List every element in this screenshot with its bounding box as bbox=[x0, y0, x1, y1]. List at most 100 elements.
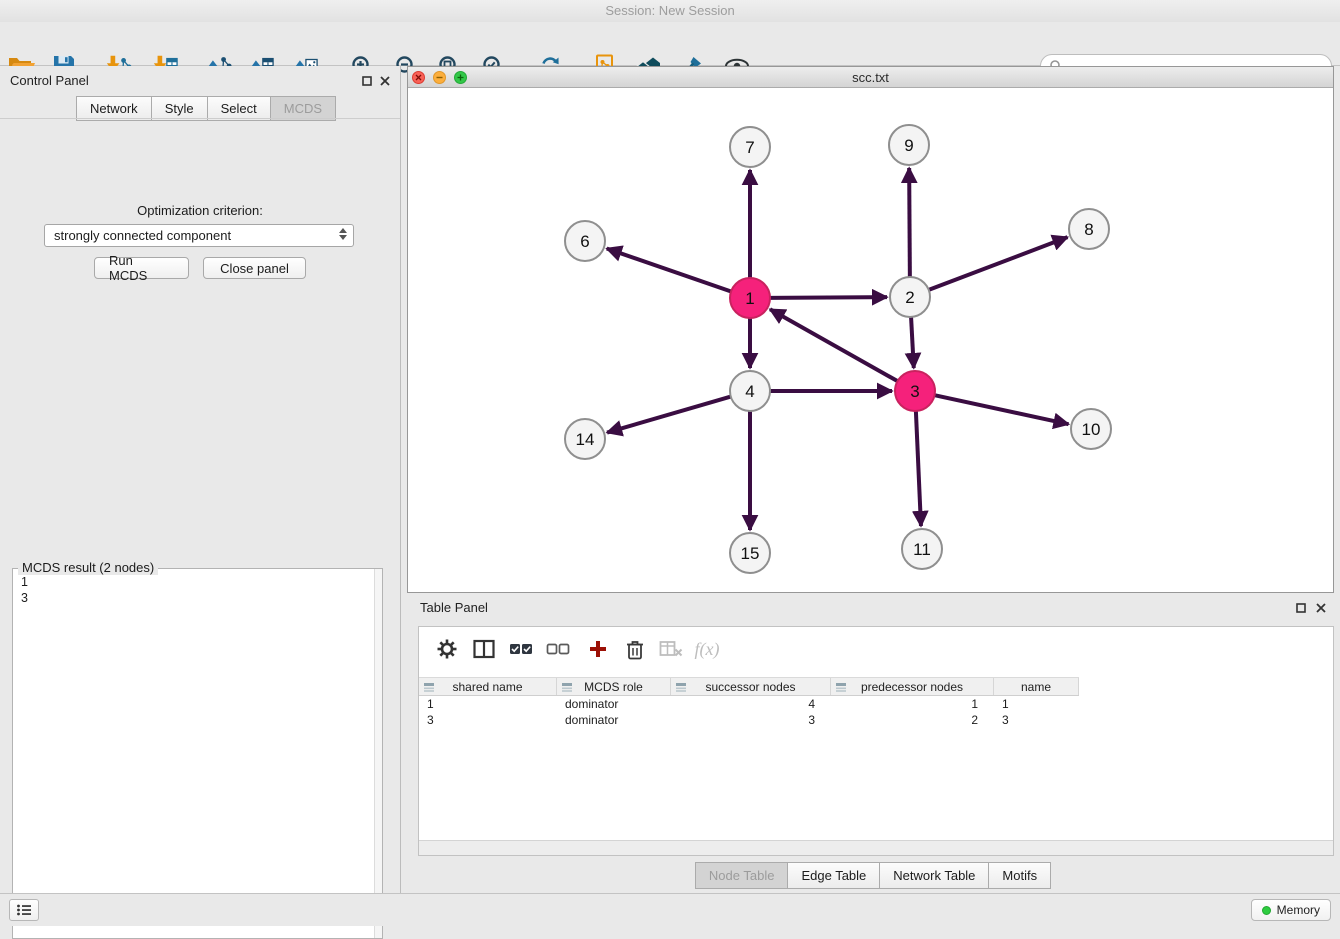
select-all-button[interactable] bbox=[507, 636, 535, 662]
table-toolbar: f(x) bbox=[419, 627, 1333, 669]
column-header-icon bbox=[675, 682, 687, 693]
close-table-panel-button[interactable] bbox=[1314, 601, 1328, 615]
tab-edge-table[interactable]: Edge Table bbox=[787, 862, 880, 889]
zoom-window-button[interactable] bbox=[454, 71, 467, 84]
dropdown-stepper-icon bbox=[339, 228, 347, 240]
table-cell: 3 bbox=[994, 712, 1079, 728]
window-title: Session: New Session bbox=[605, 3, 734, 18]
float-window-icon bbox=[1296, 603, 1306, 613]
mcds-result-title: MCDS result (2 nodes) bbox=[18, 560, 158, 575]
memory-button[interactable]: Memory bbox=[1251, 899, 1331, 921]
table-body: 1dominator4113dominator323 bbox=[419, 696, 1333, 728]
tab-motifs[interactable]: Motifs bbox=[988, 862, 1051, 889]
table-cell: dominator bbox=[557, 712, 671, 728]
graph-node-label-9: 9 bbox=[904, 136, 913, 155]
window-controls bbox=[412, 71, 467, 84]
columns-icon bbox=[473, 639, 495, 659]
graph-edge-3-1[interactable] bbox=[770, 309, 898, 381]
close-window-button[interactable] bbox=[412, 71, 425, 84]
close-icon bbox=[1316, 603, 1326, 613]
close-panel-button-secondary[interactable]: Close panel bbox=[203, 257, 306, 279]
float-table-panel-button[interactable] bbox=[1294, 601, 1308, 615]
delete-column-button[interactable] bbox=[621, 636, 649, 662]
network-window-title: scc.txt bbox=[852, 70, 889, 85]
column-header-predecessor-nodes[interactable]: predecessor nodes bbox=[831, 678, 994, 695]
list-icon bbox=[16, 903, 32, 917]
column-header-successor-nodes[interactable]: successor nodes bbox=[671, 678, 831, 695]
run-mcds-button[interactable]: Run MCDS bbox=[94, 257, 189, 279]
table-cell: 3 bbox=[671, 712, 831, 728]
gear-icon bbox=[436, 638, 458, 660]
graph-node-label-8: 8 bbox=[1084, 220, 1093, 239]
mcds-result-list: 13 bbox=[12, 568, 383, 939]
plus-icon bbox=[457, 74, 464, 81]
table-row[interactable]: 3dominator323 bbox=[419, 712, 1333, 728]
criterion-dropdown[interactable]: strongly connected component bbox=[44, 224, 354, 247]
deselect-all-icon bbox=[546, 639, 570, 659]
minimize-window-button[interactable] bbox=[433, 71, 446, 84]
graph-edge-2-8[interactable] bbox=[929, 237, 1068, 290]
result-scrollbar[interactable] bbox=[374, 569, 382, 938]
graph-node-label-14: 14 bbox=[576, 430, 595, 449]
float-panel-button[interactable] bbox=[360, 74, 374, 88]
graph-edge-2-3[interactable] bbox=[911, 317, 914, 368]
graph-edge-4-14[interactable] bbox=[607, 397, 731, 433]
table-cell: 3 bbox=[419, 712, 557, 728]
function-icon: f(x) bbox=[695, 639, 720, 660]
column-header-icon bbox=[423, 682, 435, 693]
graph-node-label-7: 7 bbox=[745, 138, 754, 157]
deselect-all-button[interactable] bbox=[544, 636, 572, 662]
add-column-button[interactable] bbox=[584, 636, 612, 662]
minimize-icon bbox=[436, 74, 443, 81]
graph-edge-2-9[interactable] bbox=[909, 168, 910, 277]
table-cell: 2 bbox=[831, 712, 994, 728]
control-panel-title: Control Panel bbox=[10, 73, 89, 88]
mcds-result-box: MCDS result (2 nodes) 13 bbox=[12, 560, 383, 939]
control-panel: Control Panel Network Style Select MCDS … bbox=[0, 66, 401, 893]
table-horizontal-scrollbar[interactable] bbox=[419, 840, 1333, 855]
show-columns-button[interactable] bbox=[470, 636, 498, 662]
tabs-divider bbox=[0, 118, 400, 119]
select-all-icon bbox=[509, 639, 533, 659]
table-panel-tabs: Node Table Edge Table Network Table Moti… bbox=[407, 862, 1340, 889]
graph-node-label-6: 6 bbox=[580, 232, 589, 251]
tab-network-table[interactable]: Network Table bbox=[879, 862, 989, 889]
column-header-shared-name[interactable]: shared name bbox=[419, 678, 557, 695]
graph-edge-1-6[interactable] bbox=[607, 249, 731, 292]
column-header-icon bbox=[835, 682, 847, 693]
table-row[interactable]: 1dominator411 bbox=[419, 696, 1333, 712]
column-header-name[interactable]: name bbox=[994, 678, 1079, 695]
network-window-titlebar[interactable]: scc.txt bbox=[408, 67, 1333, 88]
graph-node-label-10: 10 bbox=[1082, 420, 1101, 439]
graph-edge-3-10[interactable] bbox=[935, 395, 1069, 424]
window-titlebar: Session: New Session bbox=[0, 0, 1340, 22]
graph-node-label-1: 1 bbox=[745, 289, 754, 308]
graph-edge-1-2[interactable] bbox=[770, 297, 887, 298]
memory-status-icon bbox=[1262, 906, 1271, 915]
network-view-window: scc.txt 7968124314101511 bbox=[407, 66, 1334, 593]
criterion-dropdown-value: strongly connected component bbox=[54, 228, 231, 243]
graph-node-label-3: 3 bbox=[910, 382, 919, 401]
mcds-result-item[interactable]: 1 bbox=[13, 574, 372, 590]
graph-node-label-2: 2 bbox=[905, 288, 914, 307]
function-builder-button: f(x) bbox=[689, 636, 725, 662]
network-canvas[interactable]: 7968124314101511 bbox=[408, 88, 1333, 592]
graph-edge-3-11[interactable] bbox=[916, 411, 921, 526]
tab-node-table[interactable]: Node Table bbox=[695, 862, 789, 889]
table-cell: 1 bbox=[419, 696, 557, 712]
memory-label: Memory bbox=[1277, 903, 1320, 917]
column-header-mcds-role[interactable]: MCDS role bbox=[557, 678, 671, 695]
table-settings-button[interactable] bbox=[433, 636, 461, 662]
graph-node-label-11: 11 bbox=[913, 540, 931, 559]
float-window-icon bbox=[362, 76, 372, 86]
optimization-criterion-label: Optimization criterion: bbox=[0, 203, 400, 218]
close-icon bbox=[380, 76, 390, 86]
table-cell: 1 bbox=[831, 696, 994, 712]
task-history-button[interactable] bbox=[9, 899, 39, 921]
close-panel-button[interactable] bbox=[378, 74, 392, 88]
table-panel: Table Panel bbox=[407, 594, 1340, 893]
column-header-label: MCDS role bbox=[584, 680, 643, 694]
mcds-result-item[interactable]: 3 bbox=[13, 590, 372, 606]
trash-icon bbox=[625, 638, 645, 660]
control-panel-header: Control Panel bbox=[0, 66, 400, 94]
